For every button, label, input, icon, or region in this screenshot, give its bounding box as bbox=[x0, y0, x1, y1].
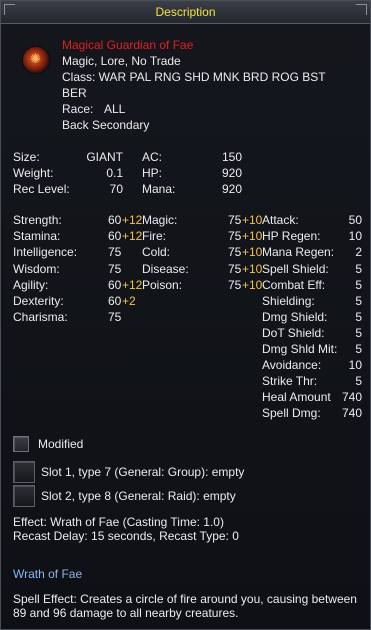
attr-value: 60 bbox=[108, 294, 122, 308]
resist-label: Fire: bbox=[142, 229, 166, 243]
effect-text: Effect: Wrath of Fae (Casting Time: 1.0) bbox=[13, 515, 224, 529]
corner-ornament-left bbox=[4, 4, 15, 15]
mod-label: Shielding: bbox=[262, 294, 315, 308]
attr-label: Strength: bbox=[13, 213, 62, 227]
spell-name-link[interactable]: Wrath of Fae bbox=[13, 567, 82, 581]
item-flags: Magic, Lore, No Trade bbox=[62, 54, 181, 68]
mod-value: 2 bbox=[355, 245, 362, 259]
mod-label: Strike Thr: bbox=[262, 374, 318, 388]
aug-slot-2[interactable] bbox=[13, 485, 35, 507]
resist-value: 75 bbox=[228, 213, 242, 227]
resist-label: Cold: bbox=[142, 245, 171, 259]
modified-label: Modified bbox=[38, 437, 84, 451]
attr-label: Agility: bbox=[13, 278, 49, 292]
stat-value: GIANT bbox=[86, 150, 123, 164]
resist-label: Poison: bbox=[142, 278, 183, 292]
mod-label: Spell Dmg: bbox=[262, 406, 321, 420]
attr-label: Intelligence: bbox=[13, 245, 78, 259]
mod-label: HP Regen: bbox=[262, 229, 321, 243]
aug-slot-2-label: Slot 2, type 8 (General: Raid): empty bbox=[41, 489, 236, 503]
stat-label: HP: bbox=[142, 166, 163, 180]
corner-ornament-right bbox=[356, 4, 367, 15]
item-classes: Class: WAR PAL RNG SHD MNK BRD ROG BST bbox=[62, 70, 326, 84]
resist-bonus: +10 bbox=[242, 278, 263, 292]
item-description-window: Description ✺ Magical Guardian of Fae Ma… bbox=[0, 0, 371, 630]
stat-value: 920 bbox=[221, 166, 242, 180]
attr-bonus: +12 bbox=[122, 213, 143, 227]
resist-label: Magic: bbox=[142, 213, 178, 227]
aug-slot-1[interactable] bbox=[13, 461, 35, 483]
resist-value: 75 bbox=[228, 278, 242, 292]
item-name: Magical Guardian of Fae bbox=[62, 38, 194, 52]
mod-value: 5 bbox=[355, 374, 362, 388]
attr-value: 60 bbox=[108, 213, 122, 227]
mod-value: 5 bbox=[355, 278, 362, 292]
attr-label: Charisma: bbox=[13, 310, 68, 324]
modified-checkbox[interactable] bbox=[13, 436, 29, 452]
attr-bonus: +12 bbox=[122, 278, 143, 292]
mod-value: 740 bbox=[341, 406, 362, 420]
mod-value: 5 bbox=[355, 294, 362, 308]
stat-value: 70 bbox=[109, 182, 123, 196]
stat-value: 150 bbox=[221, 150, 242, 164]
stat-label: Mana: bbox=[142, 182, 176, 196]
window-title: Description bbox=[155, 5, 216, 19]
attr-bonus: +12 bbox=[122, 229, 143, 243]
item-classes-cont: BER bbox=[62, 86, 87, 100]
resist-label: Disease: bbox=[142, 262, 189, 276]
stat-label: AC: bbox=[142, 150, 163, 164]
attr-label: Stamina: bbox=[13, 229, 61, 243]
stat-label: Rec Level: bbox=[13, 182, 70, 196]
mod-label: DoT Shield: bbox=[262, 326, 325, 340]
resist-value: 75 bbox=[228, 245, 242, 259]
mod-value: 5 bbox=[355, 342, 362, 356]
mod-value: 50 bbox=[348, 213, 362, 227]
item-race-value: ALL bbox=[104, 102, 126, 116]
attr-value: 60 bbox=[108, 229, 122, 243]
mod-label: Avoidance: bbox=[262, 358, 322, 372]
title-bar[interactable]: Description bbox=[1, 1, 370, 24]
mod-label: Combat Eff: bbox=[262, 278, 326, 292]
resist-bonus: +10 bbox=[242, 229, 263, 243]
resist-value: 75 bbox=[228, 229, 242, 243]
mod-value: 5 bbox=[355, 310, 362, 324]
stat-value: 0.1 bbox=[106, 166, 123, 180]
mod-value: 10 bbox=[348, 229, 362, 243]
mod-value: 740 bbox=[341, 390, 362, 404]
attr-label: Wisdom: bbox=[13, 262, 60, 276]
attr-bonus: +2 bbox=[122, 294, 136, 308]
attr-value: 75 bbox=[108, 245, 122, 259]
mod-label: Dmg Shield: bbox=[262, 310, 328, 324]
resist-value: 75 bbox=[228, 262, 242, 276]
stat-value: 920 bbox=[221, 182, 242, 196]
item-race-label: Race: bbox=[62, 102, 94, 116]
resist-bonus: +10 bbox=[242, 245, 263, 259]
attr-value: 60 bbox=[108, 278, 122, 292]
stat-label: Weight: bbox=[13, 166, 54, 180]
attr-value: 75 bbox=[108, 310, 122, 324]
resist-bonus: +10 bbox=[242, 213, 263, 227]
mod-value: 10 bbox=[348, 358, 362, 372]
mod-value: 5 bbox=[355, 326, 362, 340]
attr-value: 75 bbox=[108, 262, 122, 276]
resist-bonus: +10 bbox=[242, 262, 263, 276]
mod-label: Attack: bbox=[262, 213, 299, 227]
attr-label: Dexterity: bbox=[13, 294, 64, 308]
spell-desc-line1: Spell Effect: Creates a circle of fire a… bbox=[13, 592, 357, 606]
mod-value: 5 bbox=[355, 262, 362, 276]
stat-label: Size: bbox=[13, 150, 40, 164]
aug-slot-1-label: Slot 1, type 7 (General: Group): empty bbox=[41, 465, 245, 479]
recast-text: Recast Delay: 15 seconds, Recast Type: 0 bbox=[13, 529, 239, 543]
mod-label: Spell Shield: bbox=[262, 262, 329, 276]
spell-desc-line2: 89 and 96 damage to all nearby creatures… bbox=[13, 606, 239, 620]
item-slots: Back Secondary bbox=[62, 118, 150, 132]
fire-rune-icon: ✺ bbox=[23, 47, 49, 73]
